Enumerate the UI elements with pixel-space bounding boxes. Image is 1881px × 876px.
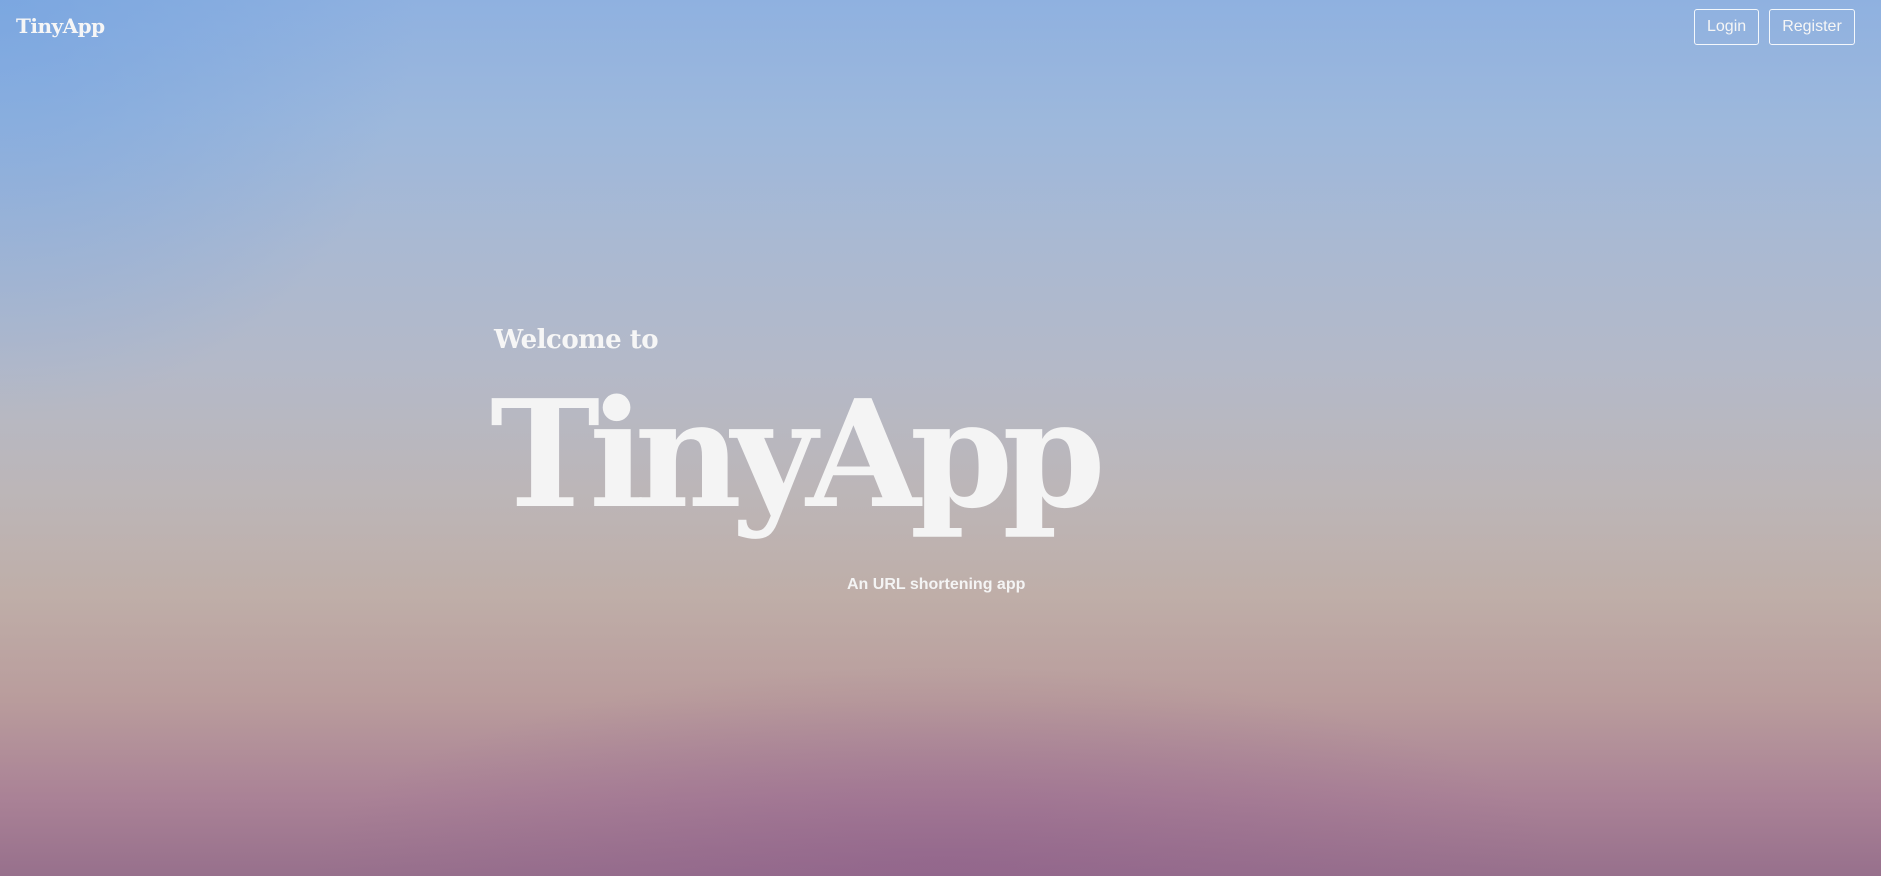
- register-button[interactable]: Register: [1769, 9, 1855, 45]
- hero-section: Welcome to TinyApp An URL shortening app: [490, 325, 1106, 593]
- welcome-heading: Welcome to: [494, 325, 659, 355]
- navbar: TinyApp Login Register: [0, 0, 1881, 56]
- hero-title: TinyApp: [490, 367, 1106, 541]
- background-glow: [0, 0, 420, 420]
- login-button[interactable]: Login: [1694, 9, 1759, 45]
- landing-page: { "nav": { "brand": "TinyApp", "login_la…: [0, 0, 1881, 876]
- brand-logo-link[interactable]: TinyApp: [16, 14, 105, 38]
- tagline: An URL shortening app: [847, 576, 1026, 593]
